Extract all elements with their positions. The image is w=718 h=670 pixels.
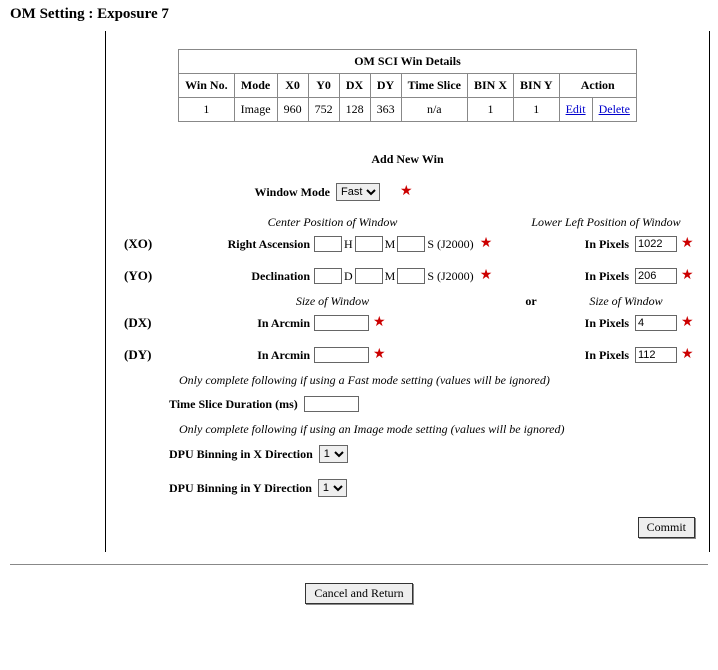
col-dx: DX xyxy=(339,74,370,98)
dec-d-input[interactable] xyxy=(314,268,342,284)
col-winno: Win No. xyxy=(179,74,234,98)
dec-m-unit: M xyxy=(385,269,396,284)
cell-mode: Image xyxy=(234,98,277,122)
add-new-win-title: Add New Win xyxy=(114,152,701,167)
required-icon xyxy=(373,349,385,361)
dx-tag: (DX) xyxy=(124,315,160,331)
dx-label: In Arcmin xyxy=(160,316,314,331)
xo-tag: (XO) xyxy=(124,236,160,252)
cell-timeslice: n/a xyxy=(401,98,467,122)
ra-h-input[interactable] xyxy=(314,236,342,252)
dpu-y-select[interactable]: 1 xyxy=(318,479,347,497)
required-icon xyxy=(400,186,412,198)
ra-h-unit: H xyxy=(344,237,353,252)
window-mode-label: Window Mode xyxy=(160,185,336,200)
image-mode-note: Only complete following if using an Imag… xyxy=(179,422,701,437)
cell-dx: 128 xyxy=(339,98,370,122)
col-x0: X0 xyxy=(277,74,308,98)
cell-y0: 752 xyxy=(308,98,339,122)
delete-link[interactable]: Delete xyxy=(599,102,630,116)
col-action: Action xyxy=(559,74,636,98)
col-y0: Y0 xyxy=(308,74,339,98)
ra-m-unit: M xyxy=(385,237,396,252)
dy-px-label: In Pixels xyxy=(585,348,629,363)
cell-x0: 960 xyxy=(277,98,308,122)
cell-winno: 1 xyxy=(179,98,234,122)
col-mode: Mode xyxy=(234,74,277,98)
required-icon xyxy=(681,317,693,329)
required-icon xyxy=(373,317,385,329)
time-slice-label: Time Slice Duration (ms) xyxy=(169,397,304,412)
col-dy: DY xyxy=(370,74,401,98)
cell-biny: 1 xyxy=(514,98,560,122)
yo-px-input[interactable] xyxy=(635,268,677,284)
window-mode-select[interactable]: Fast xyxy=(336,183,380,201)
required-icon xyxy=(480,270,492,282)
center-pos-heading: Center Position of Window xyxy=(114,215,511,230)
dx-px-label: In Pixels xyxy=(585,316,629,331)
xo-px-label: In Pixels xyxy=(585,237,629,252)
required-icon xyxy=(681,349,693,361)
xo-px-input[interactable] xyxy=(635,236,677,252)
dec-d-unit: D xyxy=(344,269,353,284)
size-heading-right: Size of Window xyxy=(551,294,701,309)
dy-label: In Arcmin xyxy=(160,348,314,363)
dpu-x-select[interactable]: 1 xyxy=(319,445,348,463)
dpu-x-label: DPU Binning in X Direction xyxy=(169,447,319,462)
ra-label: Right Ascension xyxy=(160,237,314,252)
dy-px-input[interactable] xyxy=(635,347,677,363)
cell-binx: 1 xyxy=(468,98,514,122)
table-caption: OM SCI Win Details xyxy=(179,50,637,74)
size-heading-left: Size of Window xyxy=(114,294,511,309)
dx-px-input[interactable] xyxy=(635,315,677,331)
edit-link[interactable]: Edit xyxy=(566,102,586,116)
win-details-table: OM SCI Win Details Win No. Mode X0 Y0 DX… xyxy=(178,49,637,122)
dec-m-input[interactable] xyxy=(355,268,383,284)
cancel-return-button[interactable]: Cancel and Return xyxy=(305,583,412,604)
required-icon xyxy=(681,238,693,250)
main-panel: OM SCI Win Details Win No. Mode X0 Y0 DX… xyxy=(105,31,710,552)
ra-s-unit: S (J2000) xyxy=(427,237,473,252)
col-binx: BIN X xyxy=(468,74,514,98)
ra-m-input[interactable] xyxy=(355,236,383,252)
ra-s-input[interactable] xyxy=(397,236,425,252)
required-icon xyxy=(681,270,693,282)
col-biny: BIN Y xyxy=(514,74,560,98)
or-text: or xyxy=(511,294,551,309)
dpu-y-label: DPU Binning in Y Direction xyxy=(169,481,318,496)
dec-s-input[interactable] xyxy=(397,268,425,284)
fast-mode-note: Only complete following if using a Fast … xyxy=(179,373,701,388)
yo-tag: (YO) xyxy=(124,268,160,284)
time-slice-input[interactable] xyxy=(304,396,359,412)
lower-left-heading: Lower Left Position of Window xyxy=(511,215,701,230)
dy-arcmin-input[interactable] xyxy=(314,347,369,363)
dy-tag: (DY) xyxy=(124,347,160,363)
required-icon xyxy=(480,238,492,250)
dx-arcmin-input[interactable] xyxy=(314,315,369,331)
divider xyxy=(10,564,708,565)
col-timeslice: Time Slice xyxy=(401,74,467,98)
dec-s-unit: S (J2000) xyxy=(427,269,473,284)
dec-label: Declination xyxy=(160,269,314,284)
page-title: OM Setting : Exposure 7 xyxy=(10,6,708,23)
cell-dy: 363 xyxy=(370,98,401,122)
yo-px-label: In Pixels xyxy=(585,269,629,284)
commit-button[interactable]: Commit xyxy=(638,517,695,538)
table-row: 1 Image 960 752 128 363 n/a 1 1 Edit Del… xyxy=(179,98,637,122)
